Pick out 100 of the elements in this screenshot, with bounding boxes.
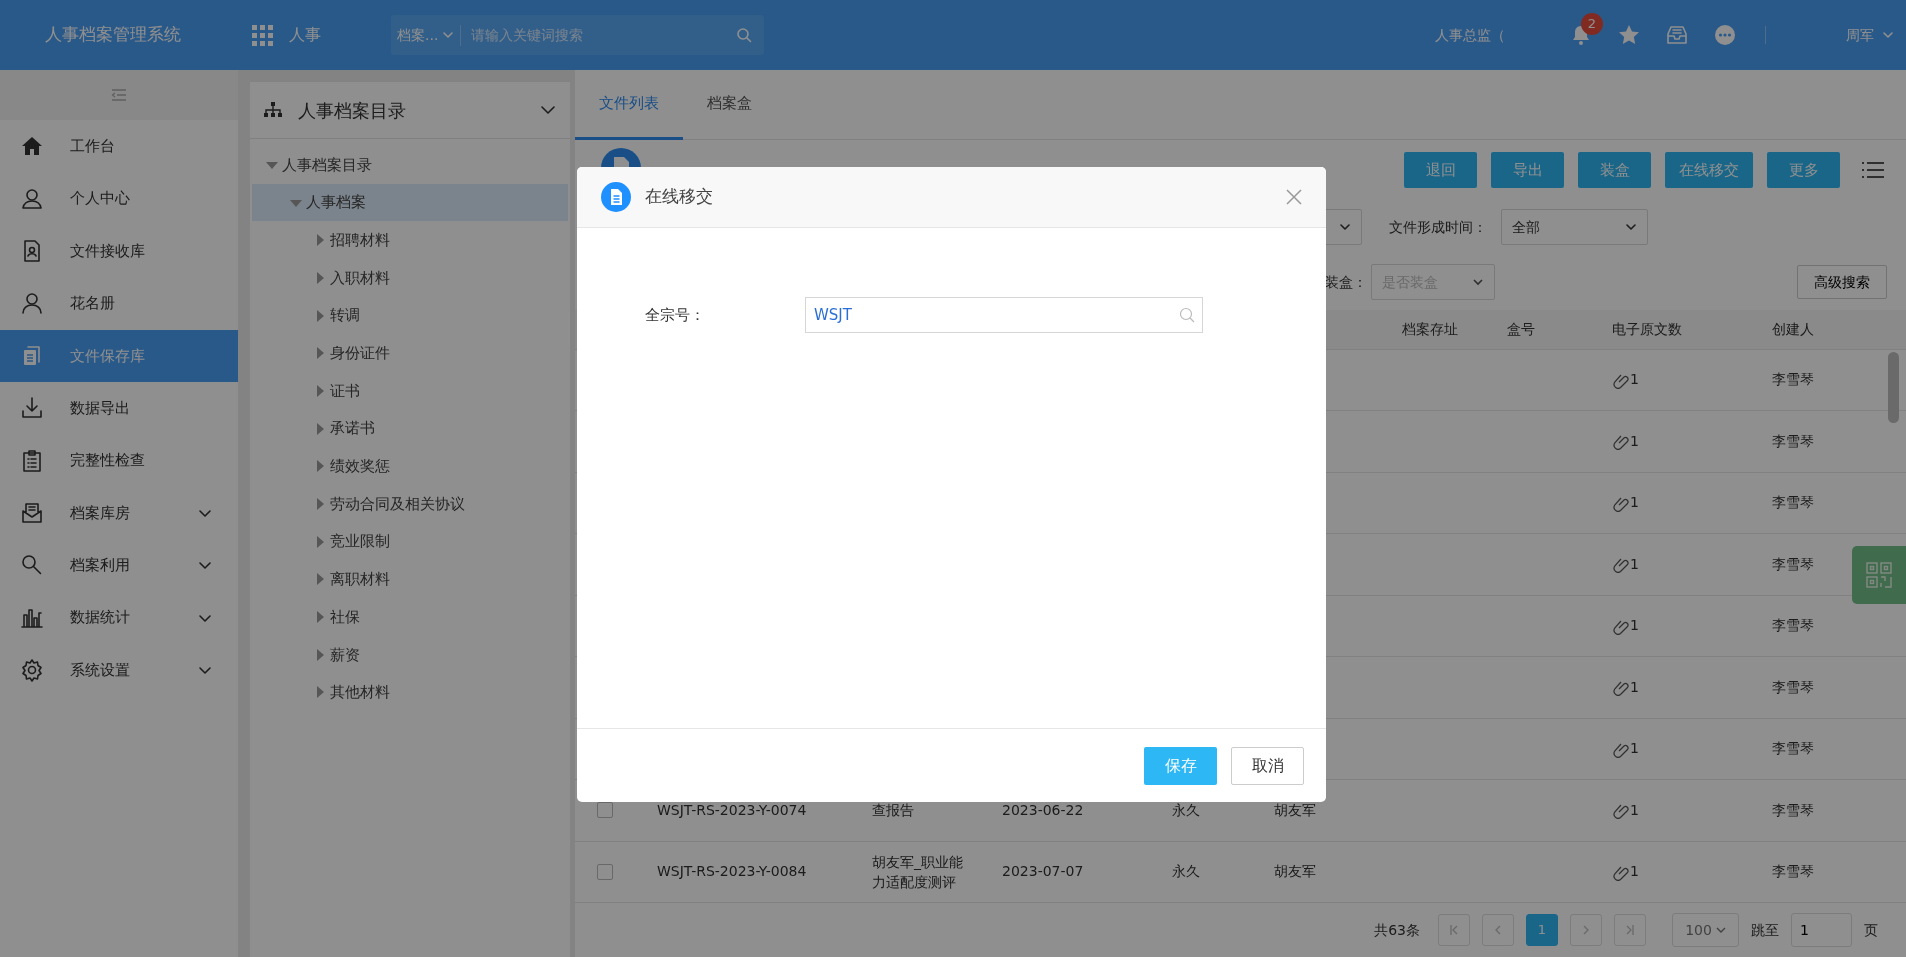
caret-right-icon[interactable] bbox=[314, 686, 326, 699]
attachment-count: 1 bbox=[1630, 739, 1639, 759]
tab[interactable]: 档案盒 bbox=[683, 70, 776, 140]
attachment-count: 1 bbox=[1630, 554, 1639, 574]
search-icon[interactable] bbox=[1179, 307, 1195, 323]
attachment-count: 1 bbox=[1630, 370, 1639, 390]
star-icon[interactable] bbox=[1617, 23, 1641, 47]
sidebar-item[interactable]: 个人中心 bbox=[0, 172, 238, 225]
table-cell-text: 永久 bbox=[1171, 800, 1201, 820]
last-page-icon bbox=[1624, 924, 1636, 937]
module-label: 人事 bbox=[289, 24, 321, 46]
sidebar-item[interactable]: 档案利用 bbox=[0, 539, 238, 592]
tab[interactable]: 文件列表 bbox=[575, 70, 683, 140]
caret-right-icon[interactable] bbox=[314, 611, 326, 624]
page-input[interactable]: 1 bbox=[1791, 913, 1852, 948]
caret-right-icon[interactable] bbox=[314, 535, 326, 548]
document-icon bbox=[601, 182, 631, 212]
table-cell-text: 李雪琴 bbox=[1771, 862, 1815, 882]
checkbox[interactable] bbox=[597, 863, 613, 880]
search-icon[interactable] bbox=[736, 27, 752, 43]
hierarchy-icon bbox=[264, 102, 282, 118]
caret-right-icon[interactable] bbox=[314, 573, 326, 586]
tree-node[interactable]: 人事档案 bbox=[252, 183, 568, 222]
sidebar-item[interactable]: 系统设置 bbox=[0, 643, 238, 697]
sidebar-item[interactable]: 工作台 bbox=[0, 120, 238, 173]
attachment-count: 1 bbox=[1630, 431, 1639, 451]
goto-label: 跳至 bbox=[1751, 920, 1779, 940]
advanced-search-button[interactable]: 高级搜索 bbox=[1797, 265, 1887, 300]
cancel-button[interactable]: 取消 bbox=[1231, 746, 1304, 785]
page-size-select[interactable]: 100 bbox=[1672, 913, 1739, 948]
select-field[interactable]: 全部 bbox=[1501, 209, 1648, 246]
chat-icon[interactable] bbox=[1713, 23, 1737, 47]
tree-node[interactable]: 社保 bbox=[252, 598, 568, 636]
tree-node[interactable]: 人事档案目录 bbox=[252, 146, 568, 184]
attachment-count: 1 bbox=[1630, 677, 1639, 697]
caret-right-icon[interactable] bbox=[314, 648, 326, 661]
sidebar-item[interactable]: 数据统计 bbox=[0, 591, 238, 644]
attachment-count: 1 bbox=[1630, 493, 1639, 513]
caret-right-icon[interactable] bbox=[314, 422, 326, 435]
table-cell-text: 李雪琴 bbox=[1771, 431, 1815, 451]
caret-right-icon[interactable] bbox=[314, 234, 326, 247]
attachment-count: 1 bbox=[1630, 800, 1639, 820]
caret-right-icon[interactable] bbox=[314, 384, 326, 397]
caret-right-icon[interactable] bbox=[314, 347, 326, 360]
apps-grid-icon[interactable] bbox=[252, 24, 273, 46]
column-header: 档案存址 bbox=[1401, 319, 1459, 339]
tree-title: 人事档案目录 bbox=[298, 98, 407, 123]
table-cell-text: 李雪琴 bbox=[1771, 370, 1815, 390]
tree-node[interactable]: 身份证件 bbox=[252, 334, 568, 373]
filter-label: 装盒： bbox=[1325, 272, 1367, 292]
previous-page-button[interactable] bbox=[1482, 914, 1514, 947]
table-cell-text: 查报告 bbox=[872, 801, 915, 821]
table-cell-text: 永久 bbox=[1171, 862, 1201, 882]
table-cell-text: 胡友军 bbox=[1273, 862, 1317, 882]
close-icon[interactable] bbox=[1286, 189, 1302, 205]
next-page-button[interactable] bbox=[1570, 914, 1602, 947]
column-header: 创建人 bbox=[1771, 319, 1815, 339]
role-label: 人事总监（ bbox=[1435, 25, 1505, 45]
list-menu-icon[interactable] bbox=[1862, 160, 1884, 179]
attachment-count: 1 bbox=[1630, 862, 1639, 882]
qr-code-icon bbox=[1866, 562, 1892, 588]
clipboard-icon bbox=[20, 448, 44, 473]
tree-node[interactable]: 绩效奖惩 bbox=[252, 447, 568, 486]
input-field[interactable]: WSJT bbox=[805, 297, 1203, 333]
settings-icon bbox=[20, 658, 44, 683]
column-header: 电子原文数 bbox=[1611, 319, 1683, 339]
tree-node[interactable]: 承诺书 bbox=[252, 409, 568, 448]
tree-node[interactable]: 薪资 bbox=[252, 635, 568, 674]
sidebar-item[interactable]: 文件接收库 bbox=[0, 224, 238, 278]
tree-node[interactable]: 证书 bbox=[252, 372, 568, 410]
table-cell-text: 胡友军_职业能力适配度测评 bbox=[872, 852, 964, 892]
collapse-icon[interactable] bbox=[111, 89, 127, 101]
last-page-button[interactable] bbox=[1614, 914, 1646, 947]
column-header: 盒号 bbox=[1506, 319, 1536, 339]
tree-node[interactable]: 转调 bbox=[252, 296, 568, 335]
caret-right-icon[interactable] bbox=[314, 498, 326, 511]
first-page-button[interactable] bbox=[1438, 914, 1470, 947]
qr-code-button[interactable] bbox=[1852, 546, 1906, 604]
tree-node[interactable]: 其他材料 bbox=[252, 673, 568, 712]
tree-node[interactable]: 招聘材料 bbox=[252, 221, 568, 260]
caret-right-icon[interactable] bbox=[314, 309, 326, 322]
caret-right-icon[interactable] bbox=[314, 271, 326, 284]
first-page-icon bbox=[1448, 924, 1460, 937]
scrollbar[interactable] bbox=[1888, 351, 1899, 423]
sidebar-item[interactable]: 花名册 bbox=[0, 277, 238, 330]
tree-node[interactable]: 劳动合同及相关协议 bbox=[252, 485, 568, 523]
notification-count: 2 bbox=[1581, 13, 1603, 35]
tree-node[interactable]: 离职材料 bbox=[252, 560, 568, 599]
table-cell-text: 2023-06-22 bbox=[1001, 800, 1085, 820]
download-icon bbox=[20, 396, 44, 421]
filter-label: 文件形成时间： bbox=[1389, 217, 1487, 237]
sidebar-item[interactable]: 档案库房 bbox=[0, 486, 238, 540]
sidebar-item[interactable]: 完整性检查 bbox=[0, 434, 238, 487]
tree-node[interactable]: 入职材料 bbox=[252, 259, 568, 297]
checkbox[interactable] bbox=[597, 802, 613, 819]
tree-node[interactable]: 竞业限制 bbox=[252, 522, 568, 561]
inbox-icon bbox=[20, 500, 44, 525]
field-label: 全宗号： bbox=[645, 304, 706, 326]
caret-right-icon[interactable] bbox=[314, 460, 326, 473]
inbox-icon[interactable] bbox=[1665, 23, 1689, 47]
